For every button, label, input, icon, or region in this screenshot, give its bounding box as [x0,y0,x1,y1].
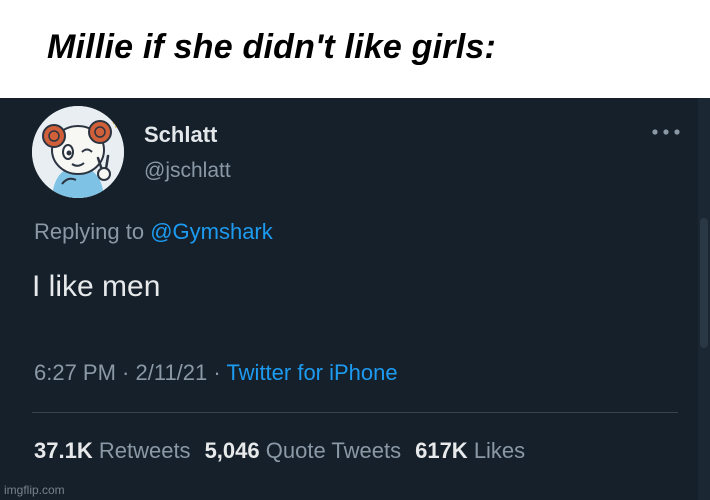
retweets-stat[interactable]: 37.1K Retweets [34,438,191,463]
meme-caption-area: Millie if she didn't like girls: [0,0,710,98]
quote-tweets-label: Quote Tweets [265,438,402,463]
avatar[interactable] [32,106,124,198]
meta-separator: · [115,360,136,385]
meta-separator: · [207,360,227,385]
tweet-meta: 6:27 PM · 2/11/21 · Twitter for iPhone [34,360,398,386]
replying-to-label: Replying to [34,219,151,244]
tweet-card: Schlatt @jschlatt Replying to @Gymshark … [0,98,710,500]
display-name[interactable]: Schlatt [144,122,217,148]
tweet-source-link[interactable]: Twitter for iPhone [226,360,397,385]
tweet-time[interactable]: 6:27 PM [34,360,116,385]
retweets-count: 37.1K [34,438,93,463]
quote-tweets-count: 5,046 [204,438,260,463]
meme-caption: Millie if she didn't like girls: [47,28,496,66]
retweets-label: Retweets [98,438,191,463]
likes-count: 617K [415,438,468,463]
replying-to-mention-link[interactable]: @Gymshark [150,219,273,244]
likes-label: Likes [473,438,526,463]
divider [32,412,678,413]
replying-to-line: Replying to @Gymshark [34,219,273,245]
tweet-text: I like men [32,270,161,303]
tweet-stats: 37.1K Retweets 5,046 Quote Tweets 617K Lik… [34,438,525,464]
ram-avatar-icon [32,106,124,198]
tweet-date[interactable]: 2/11/21 [136,360,208,385]
more-horizontal-icon[interactable] [651,124,681,140]
quote-tweets-stat[interactable]: 5,046 Quote Tweets [205,438,402,463]
scrollbar-thumb[interactable] [700,218,708,348]
scrollbar[interactable] [698,98,710,500]
user-handle[interactable]: @jschlatt [144,159,231,183]
watermark: imgflip.com [4,483,65,497]
likes-stat[interactable]: 617K Likes [415,438,525,463]
